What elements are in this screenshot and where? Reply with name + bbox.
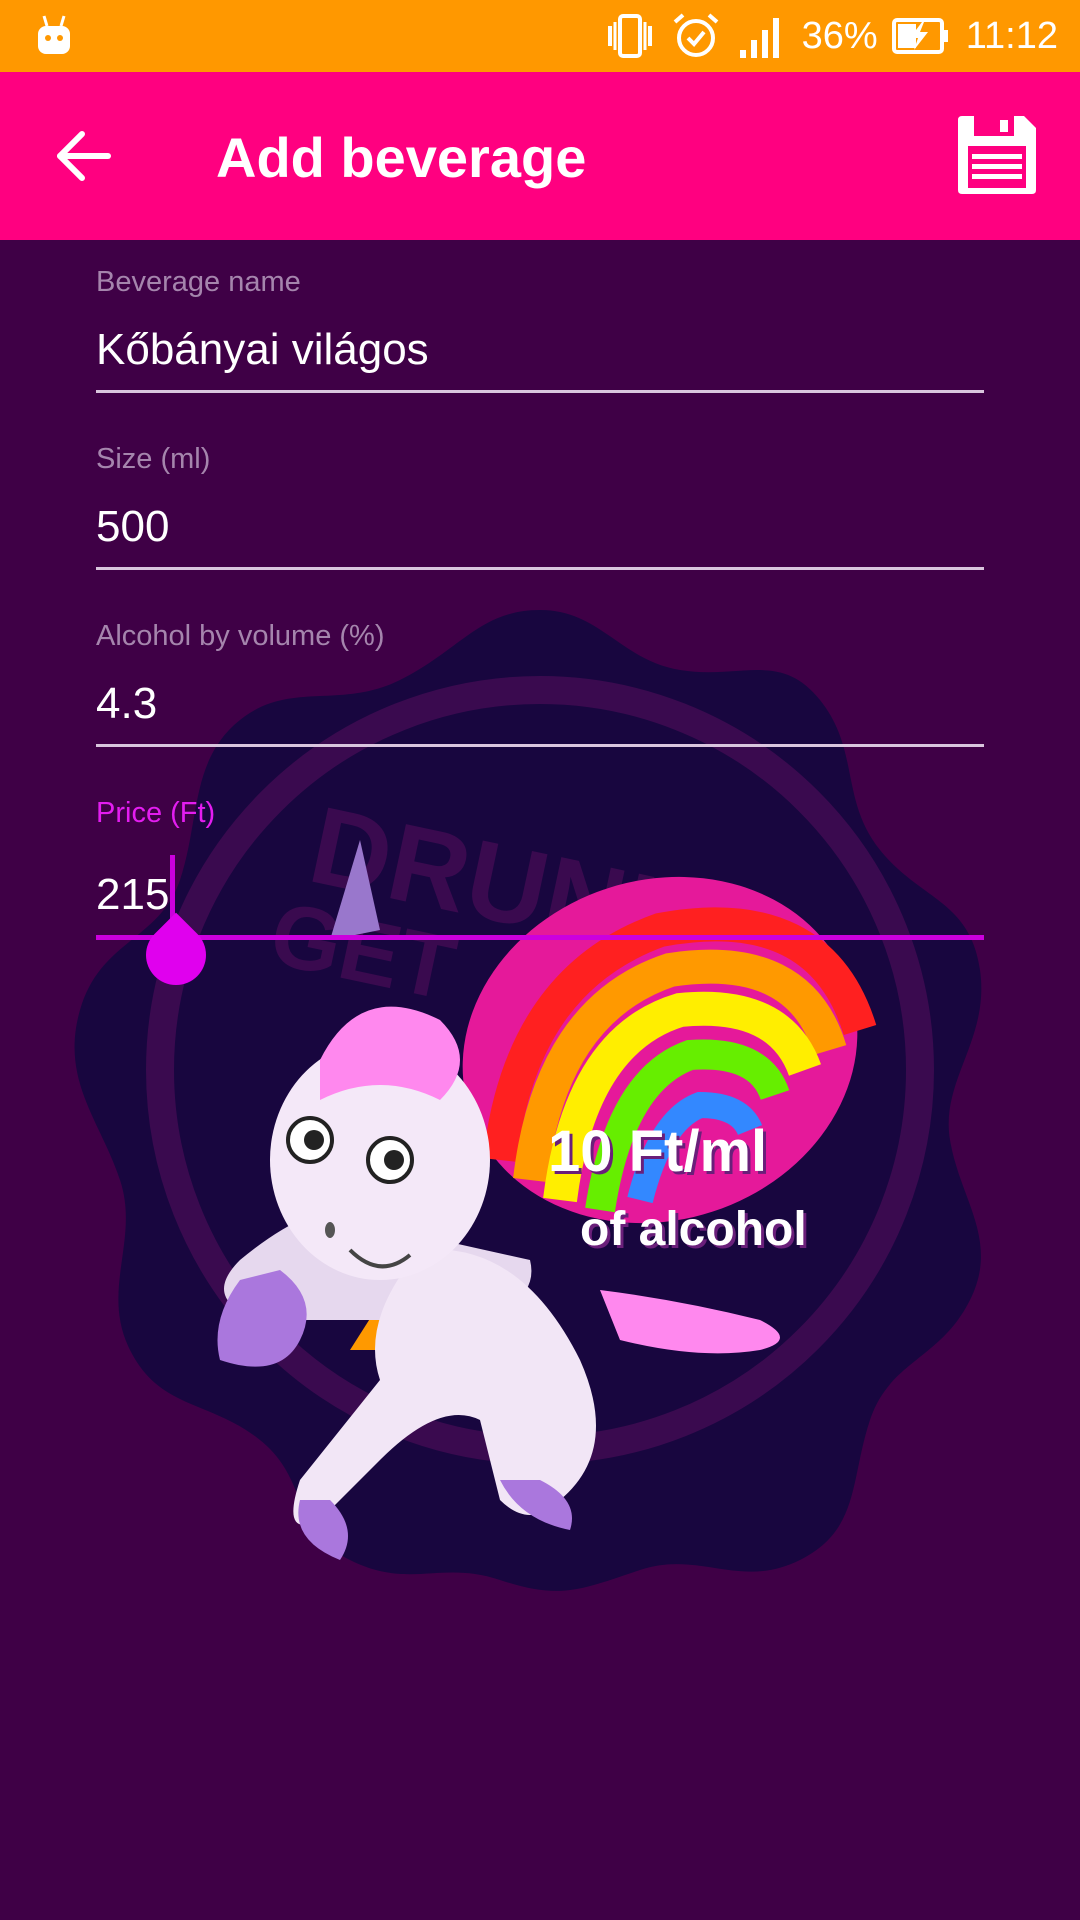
size-label: Size (ml) [96,443,211,475]
status-bar: 36% 11:12 [0,0,1080,72]
unicorn-illustration: DRUNK GET [74,610,982,1591]
abv-field[interactable]: Alcohol by volume (%) 4.3 [96,618,984,747]
battery-charging-icon [891,18,948,54]
beverage-name-label: Beverage name [96,266,301,298]
alarm-icon [673,13,718,57]
battery-percentage: 36% [801,14,878,57]
abv-underline [96,744,984,747]
android-debug-icon [38,15,70,54]
abv-label: Alcohol by volume (%) [96,620,385,652]
price-value: 215 [96,870,170,919]
price-field[interactable]: Price (Ft) 215 [96,795,984,940]
app-toolbar: Add beverage [0,72,1080,240]
promo-of-alcohol: of alcohol [580,1203,807,1256]
size-field[interactable]: Size (ml) 500 [96,441,984,570]
size-underline [96,567,984,570]
price-input[interactable]: 215 [96,855,984,921]
clock: 11:12 [965,14,1058,57]
price-underline [96,935,984,940]
promo-price-per-ml: 10 Ft/ml [548,1119,768,1184]
price-label: Price (Ft) [96,797,216,829]
signal-icon [739,18,779,58]
arrow-left-icon[interactable] [52,124,116,188]
beverage-name-input[interactable]: Kőbányai világos [96,324,984,376]
page-title: Add beverage [216,126,587,189]
vibrate-icon [607,14,652,58]
text-cursor [170,855,176,921]
beverage-name-underline [96,390,984,393]
floppy-disk-icon[interactable] [954,112,1040,198]
beverage-name-field[interactable]: Beverage name Kőbányai világos [96,264,984,393]
size-input[interactable]: 500 [96,501,984,553]
abv-input[interactable]: 4.3 [96,678,984,730]
